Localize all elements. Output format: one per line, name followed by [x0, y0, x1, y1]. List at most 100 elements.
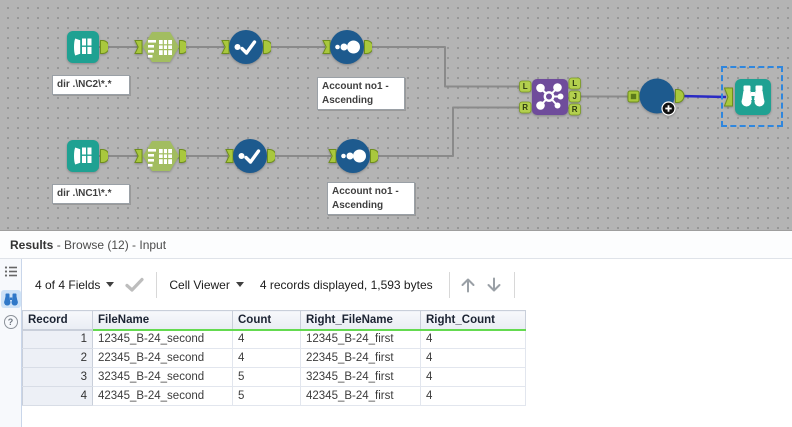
tool-browse[interactable]	[723, 79, 771, 120]
data-grid: Record FileName Count Right_FileName Rig…	[22, 310, 526, 406]
alteryx-window: L R L J R dir .\NC2\*.* Account no1 - As…	[0, 0, 792, 427]
tool-macro[interactable]	[627, 78, 685, 123]
config-list-icon[interactable]	[4, 265, 18, 283]
results-content: 4 of 4 Fields Cell Viewer 4 records disp…	[22, 259, 792, 427]
results-sidebar: ?	[0, 259, 22, 427]
table-row[interactable]: 4 42345_B-24_second 5 42345_B-24_first 4	[22, 386, 526, 406]
column-header-right-count[interactable]: Right_Count	[420, 310, 526, 331]
toolbar-separator	[513, 271, 515, 298]
macro-anchor-glyph	[630, 93, 637, 100]
sort-icon	[330, 30, 364, 64]
record-number-cell[interactable]: 3	[22, 367, 93, 387]
results-panel: Results - Browse (12) - Input ? 4 of 4 F…	[0, 230, 792, 427]
apply-checkmark-icon[interactable]	[125, 277, 144, 292]
column-header-right-filename[interactable]: Right_FileName	[300, 310, 421, 331]
input-anchor[interactable]	[221, 40, 230, 54]
table-cell[interactable]: 4	[420, 329, 526, 349]
input-anchor[interactable]	[134, 40, 143, 54]
input-anchor[interactable]	[134, 149, 143, 163]
input-data-icon	[67, 31, 99, 63]
table-row[interactable]: 3 32345_B-24_second 5 32345_B-24_first 4	[22, 367, 526, 387]
unique-icon	[229, 30, 263, 64]
connection-macro-browse-selected[interactable]	[679, 94, 727, 99]
join-port-label: R	[522, 103, 528, 112]
annotation-sort-top[interactable]: Account no1 - Ascending	[317, 77, 405, 110]
connection-sort-join-right[interactable]	[375, 106, 524, 157]
table-cell[interactable]: 4	[420, 348, 526, 368]
tool-unique-top[interactable]	[221, 30, 273, 69]
table-cell[interactable]: 32345_B-24_second	[92, 367, 233, 387]
tool-input-data-top[interactable]	[67, 31, 110, 68]
table-row[interactable]: 2 22345_B-24_second 4 22345_B-24_first 4	[22, 348, 526, 368]
browse-view-icon[interactable]	[0, 290, 21, 308]
chevron-down-icon[interactable]	[106, 282, 115, 287]
output-anchor[interactable]	[179, 40, 189, 54]
column-header-count[interactable]: Count	[232, 310, 301, 331]
results-header: Results - Browse (12) - Input	[0, 231, 792, 259]
annotation-sort-bottom[interactable]: Account no1 - Ascending	[327, 182, 415, 215]
table-cell[interactable]: 4	[232, 329, 301, 349]
tool-summarize-top[interactable]	[134, 31, 189, 68]
record-number-cell[interactable]: 1	[22, 329, 93, 349]
table-row[interactable]: 1 12345_B-24_second 4 12345_B-24_first 4	[22, 329, 526, 349]
table-cell[interactable]: 12345_B-24_first	[300, 329, 421, 349]
input-data-icon	[67, 140, 99, 172]
table-cell[interactable]: 5	[232, 367, 301, 387]
output-anchor[interactable]	[364, 40, 374, 54]
annotation-input-bottom[interactable]: dir .\NC1\*.*	[52, 184, 130, 204]
sort-icon	[336, 139, 370, 173]
output-anchor[interactable]	[370, 149, 380, 163]
table-header-row: Record FileName Count Right_FileName Rig…	[22, 310, 526, 331]
input-anchor[interactable]	[723, 87, 733, 107]
arrow-down-icon[interactable]	[484, 276, 504, 294]
record-number-cell[interactable]: 4	[22, 386, 93, 406]
arrow-up-icon[interactable]	[458, 276, 478, 294]
output-anchor[interactable]	[263, 40, 273, 54]
tool-unique-bottom[interactable]	[225, 139, 277, 178]
output-anchor[interactable]	[675, 89, 685, 103]
table-cell[interactable]: 42345_B-24_second	[92, 386, 233, 406]
table-cell[interactable]: 4	[420, 367, 526, 387]
join-port-label: L	[523, 82, 528, 91]
toolbar-separator	[448, 271, 450, 298]
results-title: Results	[10, 238, 54, 252]
output-anchor[interactable]	[267, 149, 277, 163]
workflow-canvas[interactable]: L R L J R dir .\NC2\*.* Account no1 - As…	[0, 0, 792, 230]
column-header-filename[interactable]: FileName	[92, 310, 233, 331]
join-port-label: R	[572, 105, 578, 114]
table-cell[interactable]: 22345_B-24_second	[92, 348, 233, 368]
output-anchor[interactable]	[100, 149, 110, 163]
tool-sort-bottom[interactable]	[328, 139, 380, 178]
table-cell[interactable]: 42345_B-24_first	[300, 386, 421, 406]
tool-join[interactable]: L R L J R	[519, 77, 581, 122]
summarize-icon	[143, 32, 179, 62]
records-info: 4 records displayed, 1,593 bytes	[259, 277, 433, 292]
help-icon[interactable]: ?	[3, 315, 18, 329]
table-cell[interactable]: 4	[420, 386, 526, 406]
output-anchor[interactable]	[100, 40, 110, 54]
cell-viewer-dropdown[interactable]: Cell Viewer	[169, 278, 229, 292]
join-icon	[532, 79, 568, 115]
table-cell[interactable]: 5	[232, 386, 301, 406]
browse-binoculars-icon	[735, 79, 771, 115]
column-header-record[interactable]: Record	[22, 310, 93, 331]
record-number-cell[interactable]: 2	[22, 348, 93, 368]
input-anchor[interactable]	[328, 149, 337, 163]
input-anchor[interactable]	[225, 149, 234, 163]
table-cell[interactable]: 22345_B-24_first	[300, 348, 421, 368]
fields-dropdown[interactable]: 4 of 4 Fields	[35, 278, 100, 292]
summarize-icon	[143, 141, 179, 171]
output-anchor[interactable]	[179, 149, 189, 163]
join-port-label: J	[572, 92, 576, 101]
tool-sort-top[interactable]	[322, 30, 374, 69]
table-cell[interactable]: 12345_B-24_second	[92, 329, 233, 349]
table-cell[interactable]: 32345_B-24_first	[300, 367, 421, 387]
results-toolbar: 4 of 4 Fields Cell Viewer 4 records disp…	[22, 259, 792, 310]
chevron-down-icon[interactable]	[235, 282, 244, 287]
annotation-input-top[interactable]: dir .\NC2\*.*	[52, 75, 130, 95]
table-cell[interactable]: 4	[232, 348, 301, 368]
tool-summarize-bottom[interactable]	[134, 140, 189, 177]
input-anchor[interactable]	[322, 40, 331, 54]
macro-circle-icon	[639, 78, 676, 116]
tool-input-data-bottom[interactable]	[67, 140, 110, 177]
